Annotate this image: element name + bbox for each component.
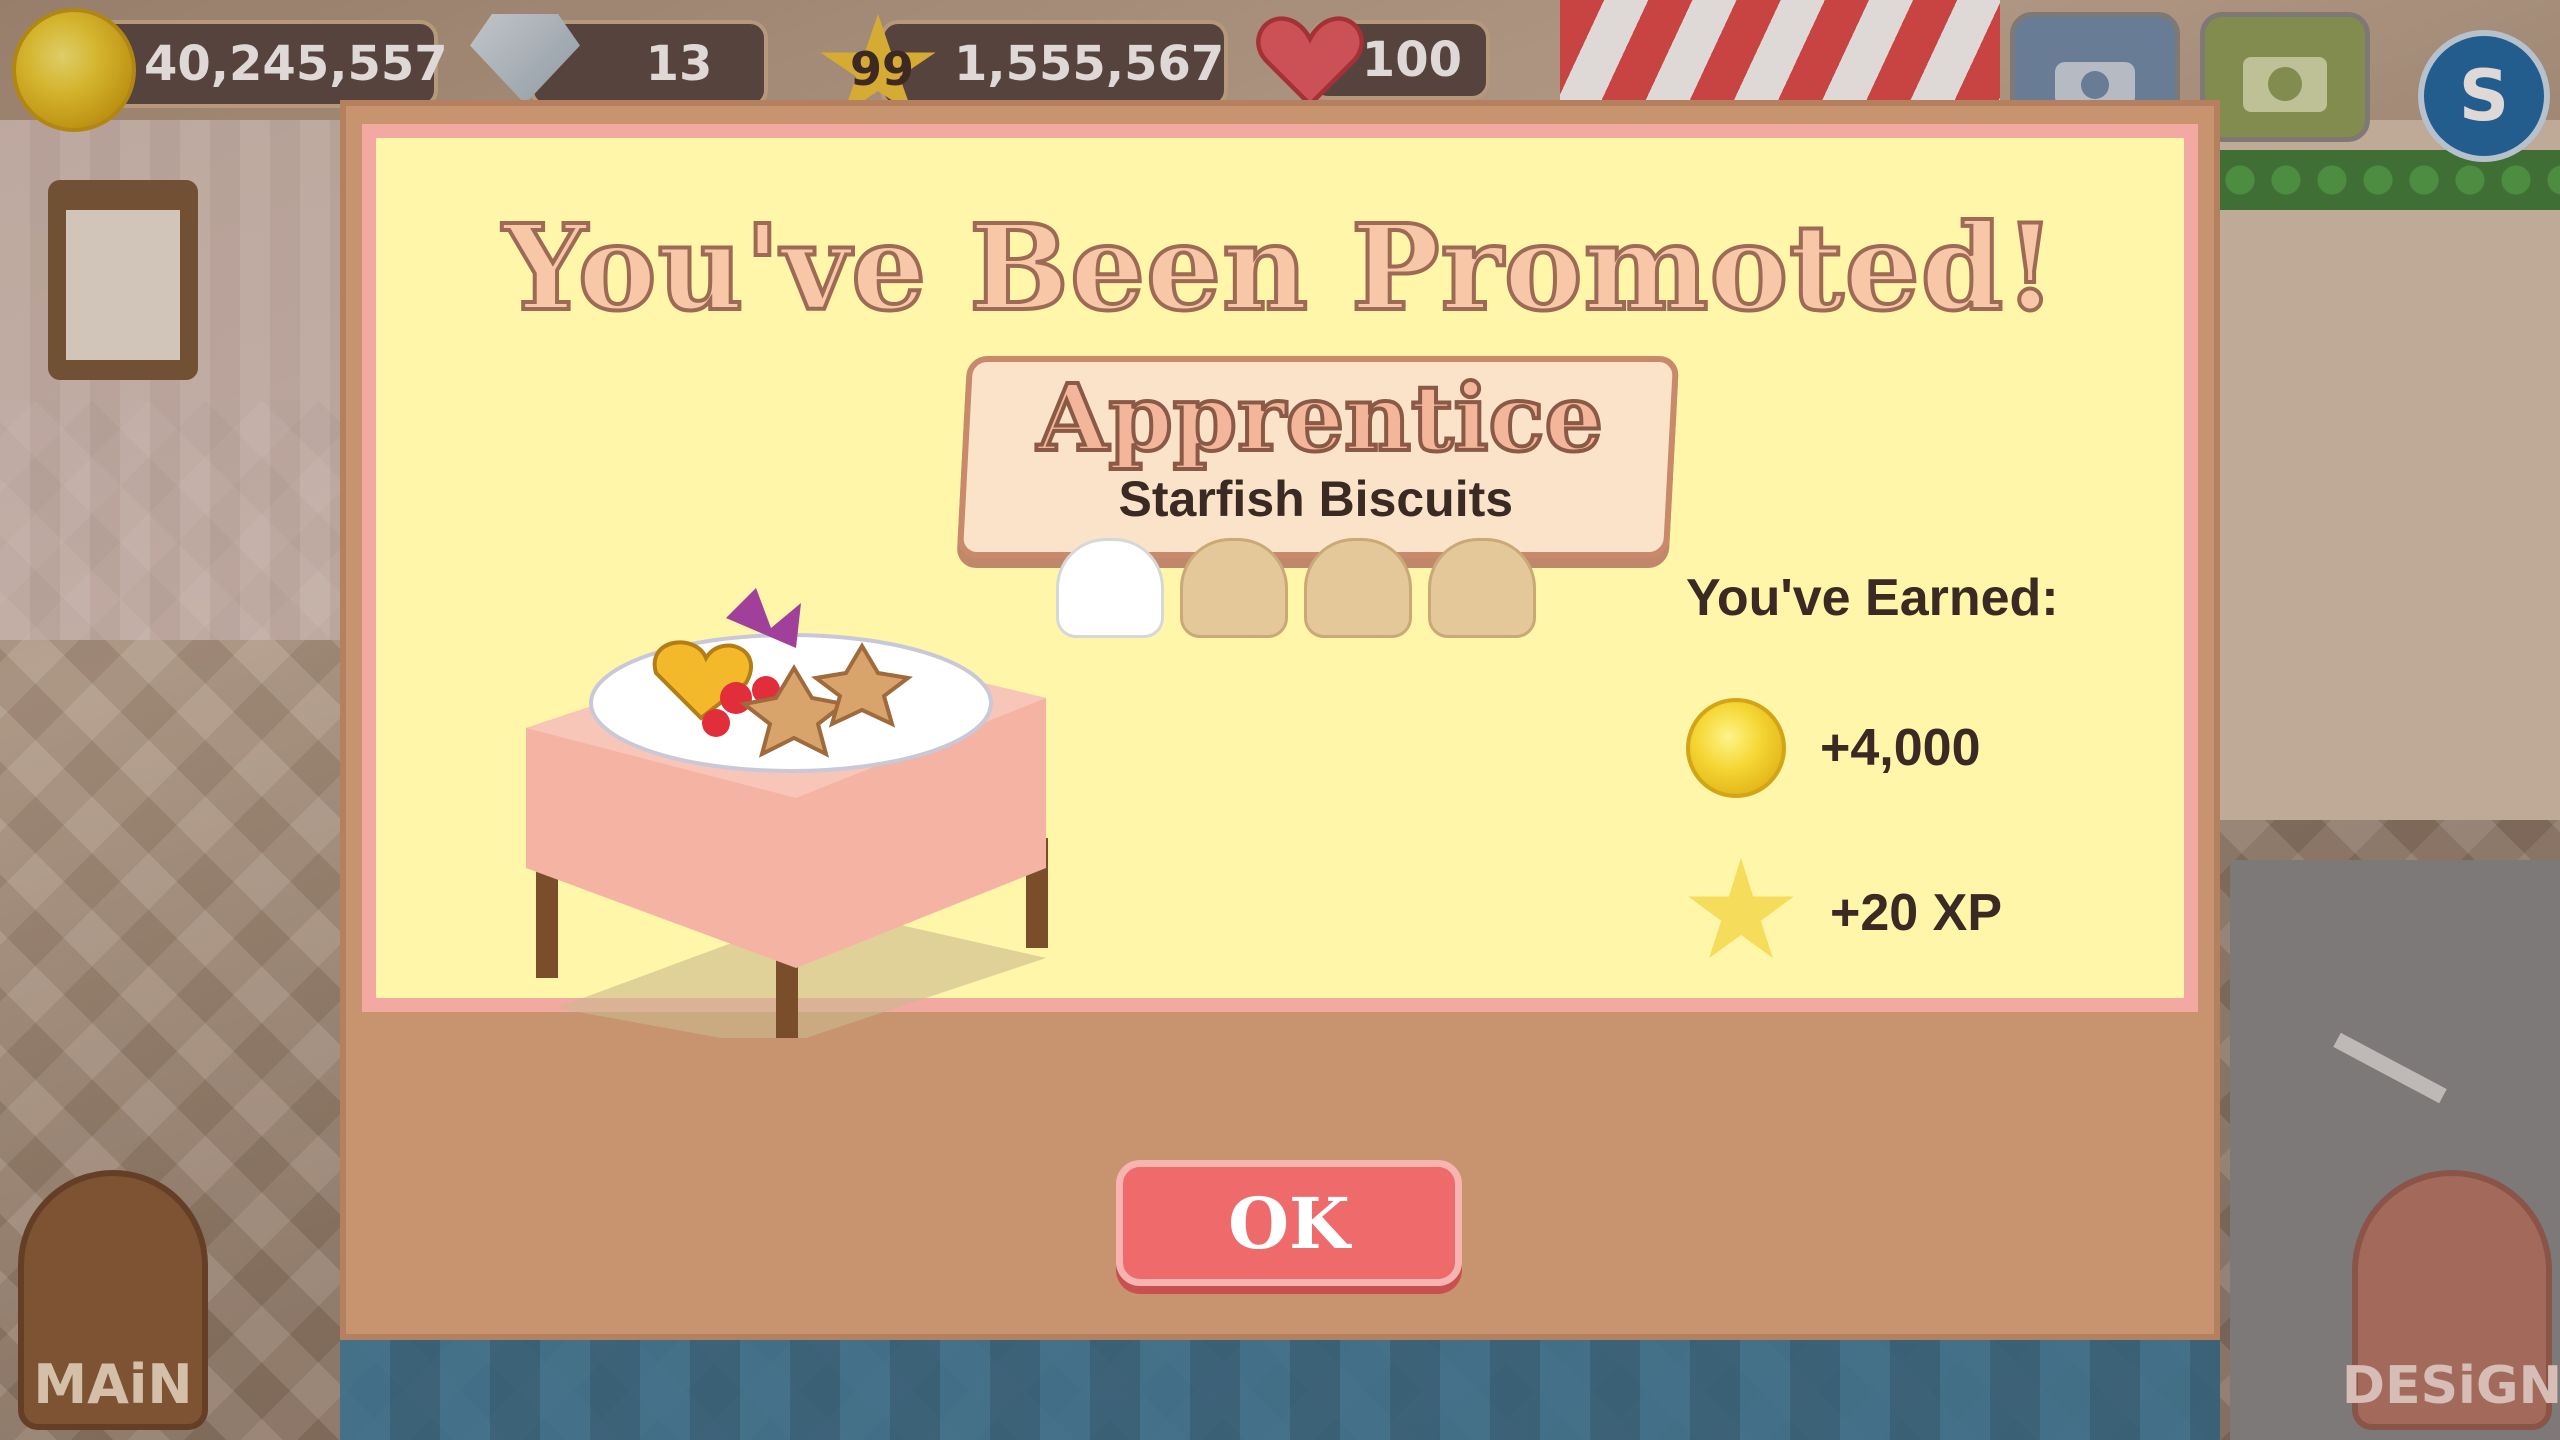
- promotion-card: You've Been Promoted! Apprentice Starfis…: [362, 124, 2198, 1038]
- earned-label: You've Earned:: [1686, 569, 2059, 627]
- promotion-title: You've Been Promoted!: [501, 196, 2058, 339]
- chef-hat-icon: [1056, 538, 1164, 638]
- reward-coins-amount: +4,000: [1820, 719, 1981, 777]
- chef-hat-icon: [1180, 538, 1288, 638]
- promotion-dialog: You've Been Promoted! Apprentice Starfis…: [340, 100, 2220, 1340]
- ok-button[interactable]: OK: [1116, 1160, 1462, 1286]
- rank-title: Apprentice: [1035, 362, 1605, 474]
- chef-hat-icon: [1304, 538, 1412, 638]
- reward-coins: +4,000: [1686, 698, 1981, 798]
- reward-xp-amount: +20 XP: [1830, 884, 2003, 942]
- coin-icon: [1686, 698, 1786, 798]
- star-icon: [1688, 858, 1794, 959]
- dish-table-image: [526, 588, 1048, 1038]
- chef-hat-icon: [1428, 538, 1536, 638]
- mastery-hats: [1056, 538, 1576, 648]
- reward-xp: +20 XP: [1686, 858, 2002, 968]
- rank-banner: Apprentice Starfish Biscuits: [956, 356, 1680, 558]
- dish-name: Starfish Biscuits: [1118, 471, 1514, 527]
- ok-button-label: OK: [1228, 1181, 1350, 1265]
